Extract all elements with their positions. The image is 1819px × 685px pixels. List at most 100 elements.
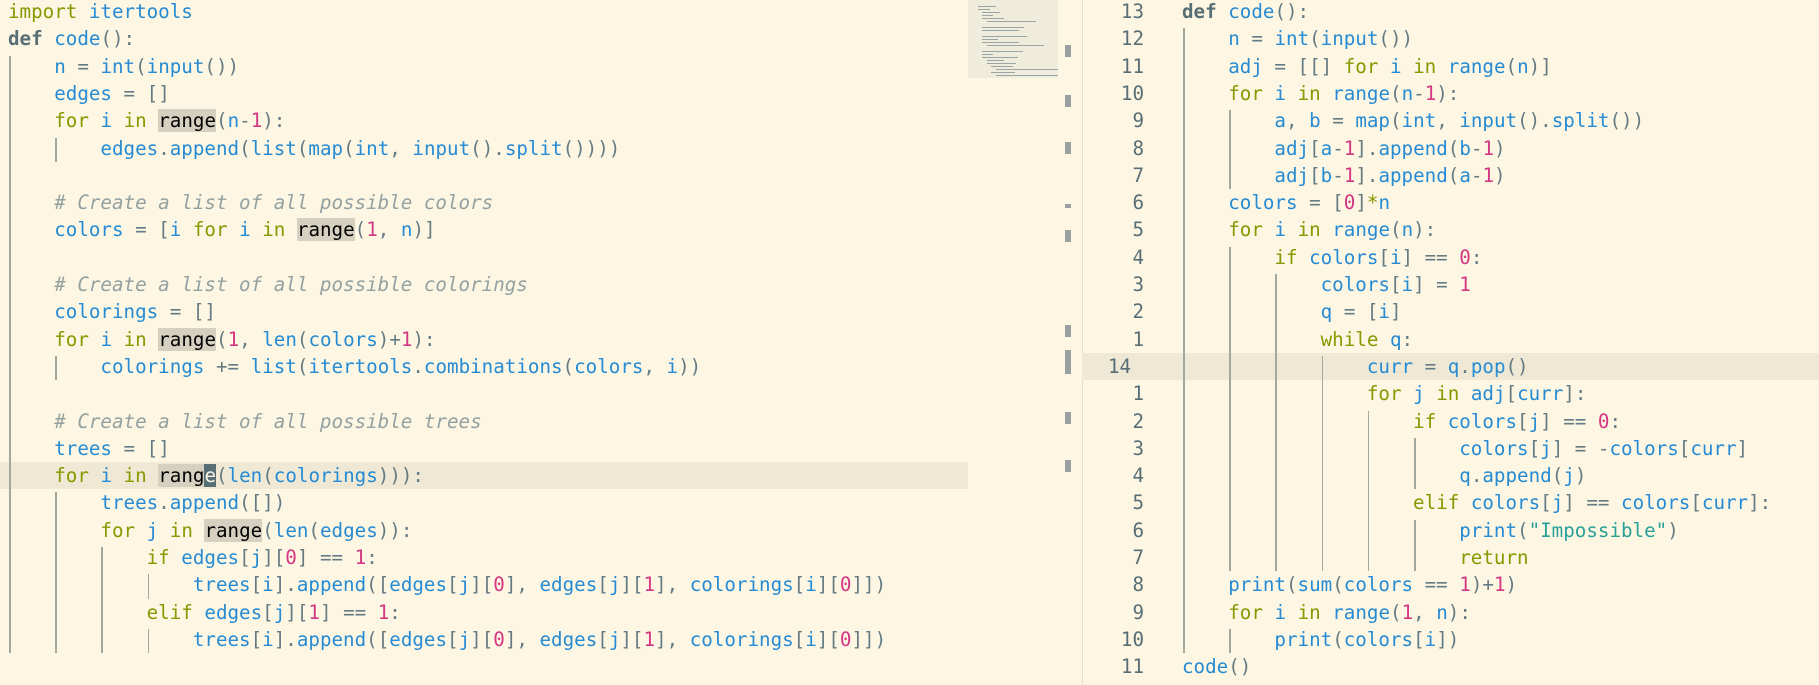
code-token: ( xyxy=(262,464,274,488)
code-line[interactable]: 6 colors = [0]*n xyxy=(1082,189,1819,216)
code-line[interactable]: colorings += list(itertools.combinations… xyxy=(0,353,968,380)
code-line[interactable]: 2 q = [i] xyxy=(1082,298,1819,325)
code-token: ( xyxy=(1505,54,1518,78)
code-line[interactable]: edges.append(list(map(int, input().split… xyxy=(0,135,968,162)
code-token: ( xyxy=(1390,81,1402,105)
code-line[interactable]: 4 if colors[i] == 0: xyxy=(1082,244,1819,271)
code-line[interactable]: for i in range(1, len(colors)+1): xyxy=(0,326,968,353)
code-token: append xyxy=(296,627,367,651)
code-line[interactable]: import itertools xyxy=(0,0,968,25)
vertical-scrollbar[interactable] xyxy=(1060,0,1082,685)
code-token: ( xyxy=(296,136,309,160)
minimap-viewport[interactable] xyxy=(968,0,1058,78)
code-token: while xyxy=(1320,327,1379,351)
code-line[interactable]: 9 for i in range(1, n): xyxy=(1082,599,1819,626)
code-line[interactable]: 6 print("Impossible") xyxy=(1082,517,1819,544)
code-text: # Create a list of all possible coloring… xyxy=(8,271,528,298)
code-line[interactable]: 7 return xyxy=(1082,544,1819,571)
code-token: for xyxy=(1228,600,1263,624)
code-line[interactable]: 5 for i in range(n): xyxy=(1082,216,1819,243)
code-line[interactable] xyxy=(0,162,968,189)
code-text: for i in range(n-1): xyxy=(8,107,285,134)
code-token: * xyxy=(1366,191,1379,215)
code-line[interactable]: colorings = [] xyxy=(0,298,968,325)
left-editor-pane[interactable]: import itertools def code(): n = int(inpu… xyxy=(0,0,968,685)
code-text: for j in range(len(edges)): xyxy=(8,517,412,544)
code-token: edges xyxy=(539,627,598,651)
code-token: i xyxy=(100,464,112,488)
code-line[interactable]: 4 q.append(j) xyxy=(1082,462,1819,489)
code-line[interactable]: n = int(input()) xyxy=(0,53,968,80)
code-line[interactable]: 1 while q: xyxy=(1082,326,1819,353)
code-token: i xyxy=(1274,218,1286,242)
code-line[interactable]: 10 for i in range(n-1): xyxy=(1082,80,1819,107)
code-line[interactable]: trees.append([]) xyxy=(0,489,968,516)
code-line[interactable]: # Create a list of all possible colors xyxy=(0,189,968,216)
code-line[interactable]: if edges[j][0] == 1: xyxy=(0,544,968,571)
code-line[interactable]: 8 print(sum(colors == 1)+1) xyxy=(1082,571,1819,598)
code-line[interactable]: for j in range(len(edges)): xyxy=(0,517,968,544)
code-line[interactable]: trees[i].append([edges[j][0], edges[j][1… xyxy=(0,626,968,653)
code-line[interactable]: 10 print(colors[i]) xyxy=(1082,626,1819,653)
code-token: 1 xyxy=(400,327,413,351)
code-line[interactable]: 11 adj = [[] for i in range(n)] xyxy=(1082,53,1819,80)
code-token: i xyxy=(1378,300,1390,324)
code-token: . xyxy=(158,491,170,515)
current-code-line[interactable]: for i in range(len(colorings))): xyxy=(0,462,968,490)
code-line[interactable]: colors = [i for i in range(1, n)] xyxy=(0,216,968,243)
line-number: 2 xyxy=(1132,409,1144,433)
code-line[interactable]: 3 colors[i] = 1 xyxy=(1082,271,1819,298)
current-code-line[interactable]: 14 curr = q.pop() xyxy=(1082,352,1819,380)
code-token: 0 xyxy=(1597,409,1610,433)
code-line[interactable]: 7 adj[b-1].append(a-1) xyxy=(1082,162,1819,189)
code-token: 1 xyxy=(643,627,656,651)
code-line[interactable]: 9 a, b = map(int, input().split()) xyxy=(1082,107,1819,134)
code-line[interactable]: edges = [] xyxy=(0,80,968,107)
code-token: colors xyxy=(1343,627,1414,651)
code-token: . xyxy=(1459,354,1471,378)
code-line[interactable]: def code(): xyxy=(0,25,968,52)
indent-guide xyxy=(1229,246,1231,572)
code-line[interactable]: 5 elif colors[j] == colors[curr]: xyxy=(1082,489,1819,516)
code-token: curr xyxy=(1690,436,1737,460)
minimap[interactable] xyxy=(968,0,1058,685)
code-line[interactable]: 3 colors[j] = -colors[curr] xyxy=(1082,435,1819,462)
code-token: ] xyxy=(1736,436,1749,460)
code-line[interactable]: elif edges[j][1] == 1: xyxy=(0,599,968,626)
code-line[interactable]: # Create a list of all possible coloring… xyxy=(0,271,968,298)
indent-guide xyxy=(1414,519,1416,572)
code-token: 1 xyxy=(1343,136,1356,160)
code-token: colors xyxy=(1621,491,1691,515)
code-token: : xyxy=(366,546,378,569)
right-editor-pane[interactable]: 13 def code(): 12 n = int(input()) 11 adj =… xyxy=(1082,0,1819,685)
code-line[interactable]: for i in range(n-1): xyxy=(0,107,968,134)
code-line[interactable]: 1 for j in adj[curr]: xyxy=(1082,380,1819,407)
code-line[interactable]: 11 code() xyxy=(1082,653,1819,680)
code-token: - xyxy=(1332,136,1344,160)
code-text: print(colors[i]) xyxy=(1182,626,1459,653)
code-line[interactable]: 2 if colors[j] == 0: xyxy=(1082,408,1819,435)
code-line[interactable] xyxy=(0,244,968,271)
code-line[interactable]: trees[i].append([edges[j][0], edges[j][1… xyxy=(0,571,968,598)
code-line[interactable]: 12 n = int(input()) xyxy=(1082,25,1819,52)
code-line[interactable]: trees = [] xyxy=(0,435,968,462)
code-token: if xyxy=(1274,245,1298,269)
code-token: def xyxy=(1182,0,1217,23)
code-token: ( xyxy=(1332,627,1344,651)
code-line[interactable]: 13 def code(): xyxy=(1082,0,1819,25)
code-line[interactable]: # Create a list of all possible trees xyxy=(0,408,968,435)
code-text: return xyxy=(1182,544,1528,571)
code-token: 1 xyxy=(354,546,367,569)
code-line[interactable]: 8 adj[a-1].append(b-1) xyxy=(1082,135,1819,162)
code-line[interactable] xyxy=(0,380,968,407)
